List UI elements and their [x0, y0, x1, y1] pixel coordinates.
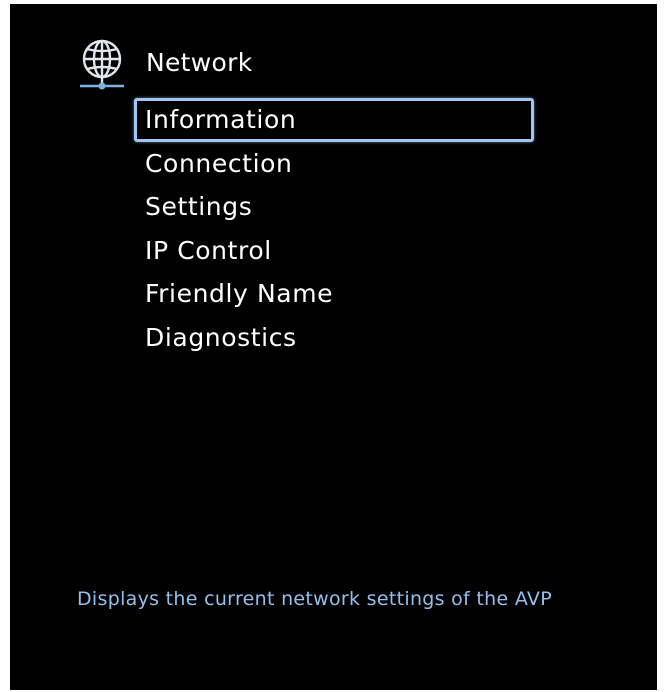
globe-network-icon [80, 39, 124, 90]
menu-item-information[interactable]: Information [134, 98, 534, 142]
network-menu: Information Connection Settings IP Contr… [134, 98, 534, 359]
help-text: Displays the current network settings of… [77, 588, 552, 610]
menu-item-friendly-name[interactable]: Friendly Name [134, 272, 534, 316]
menu-item-connection[interactable]: Connection [134, 142, 534, 186]
menu-header: Network [76, 38, 252, 92]
menu-title: Network [146, 47, 253, 77]
menu-item-diagnostics[interactable]: Diagnostics [134, 316, 534, 360]
menu-item-settings[interactable]: Settings [134, 185, 534, 229]
tv-screen: Network Information Connection Settings … [10, 4, 657, 690]
menu-item-ip-control[interactable]: IP Control [134, 229, 534, 273]
